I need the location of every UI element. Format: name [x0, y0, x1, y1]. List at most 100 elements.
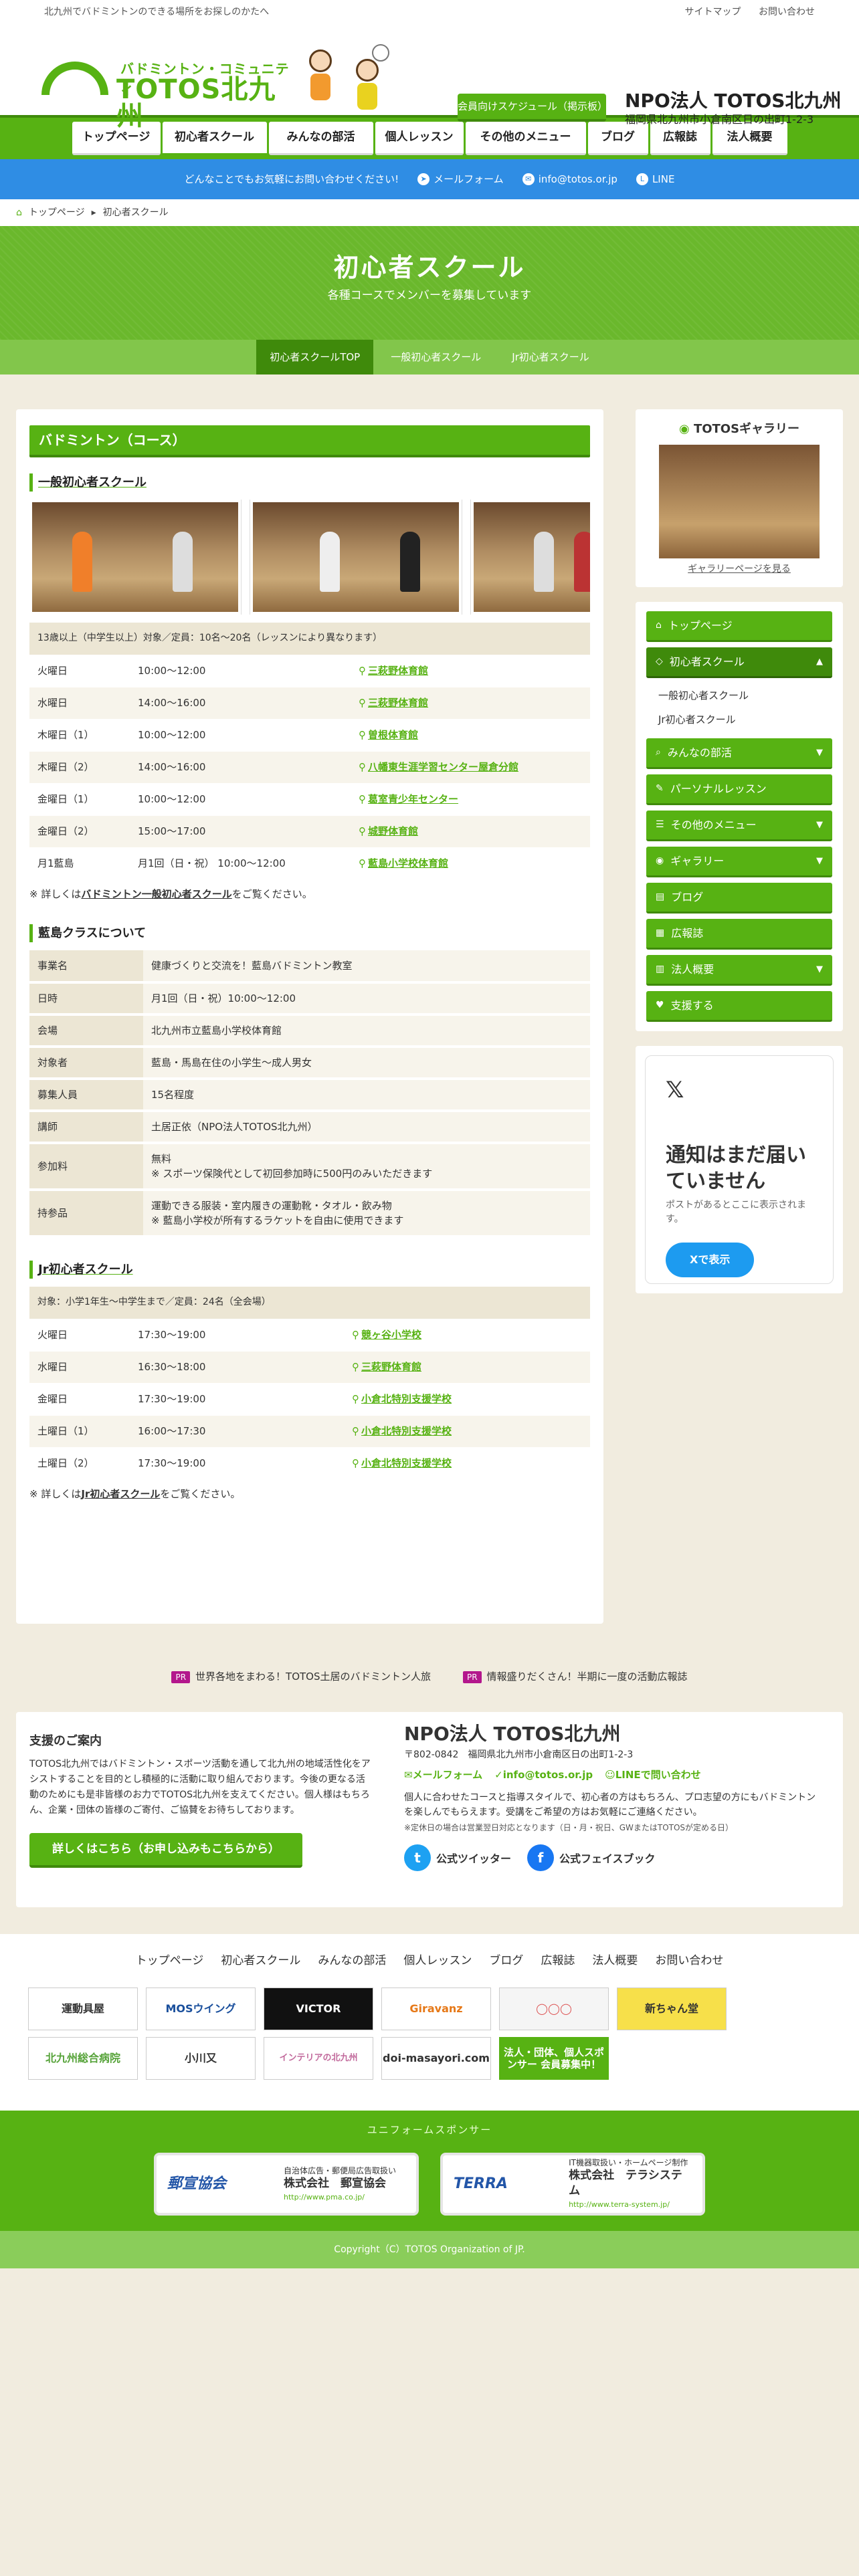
gnav-item-other[interactable]: その他のメニュー — [465, 122, 586, 155]
side-menu-blog[interactable]: ▤ ブログ — [646, 883, 832, 914]
facebook-link[interactable]: f 公式フェイスブック — [527, 1844, 656, 1871]
footer-nav-blog[interactable]: ブログ — [489, 1953, 523, 1970]
sponsor-banner[interactable]: VICTOR — [264, 1988, 373, 2030]
venue-link[interactable]: 八幡東生涯学習センター屋倉分館 — [359, 761, 518, 773]
pr-link-travel[interactable]: PR 世界各地をまわる！TOTOS土居のバドミントン人旅 — [171, 1669, 431, 1685]
line-link[interactable]: L LINE — [636, 172, 674, 187]
tab-school-top[interactable]: 初心者スクールTOP — [256, 340, 374, 374]
side-submenu-junior[interactable]: Jr初心者スクール — [646, 708, 832, 732]
gallery-link[interactable]: ギャラリーページを見る — [646, 562, 832, 576]
photo-carousel[interactable] — [29, 500, 590, 615]
venue-link[interactable]: 三萩野体育館 — [352, 1361, 421, 1373]
gallery-image[interactable] — [659, 445, 820, 558]
sponsor-banner[interactable]: MOSウイング — [146, 1988, 256, 2030]
footer-mail-form-link[interactable]: ✉メールフォーム — [404, 1767, 482, 1783]
junior-school-heading[interactable]: Jr初心者スクール — [29, 1261, 590, 1279]
mail-form-link[interactable]: ➤ メールフォーム — [417, 172, 504, 187]
sponsor-banner[interactable]: 北九州総合病院 — [28, 2037, 138, 2080]
photo-2[interactable] — [250, 500, 462, 615]
tab-junior-school[interactable]: Jr初心者スクール — [498, 340, 603, 374]
venue-link[interactable]: 葛室青少年センター — [359, 793, 458, 805]
venue-link[interactable]: 小倉北特別支援学校 — [352, 1393, 452, 1405]
site-header: バドミントン・コミュニティ TOTOS北九州 会員向けスケジュール（掲示板） N… — [0, 24, 859, 130]
footer-nav-top[interactable]: トップページ — [136, 1953, 204, 1970]
general-school-link[interactable]: バドミントン一般初心者スクール — [81, 888, 231, 900]
junior-school-link[interactable]: Jr初心者スクール — [81, 1488, 160, 1500]
side-menu-lesson[interactable]: ✎ パーソナルレッスン — [646, 774, 832, 805]
venue-link[interactable]: 三萩野体育館 — [359, 665, 428, 677]
view-on-x-button[interactable]: Xで表示 — [666, 1243, 755, 1277]
footer-nav-contact[interactable]: お問い合わせ — [655, 1953, 723, 1970]
logo-name: TOTOS北九州 — [116, 74, 276, 132]
email-link[interactable]: ✉ info@totos.or.jp — [522, 172, 617, 187]
breadcrumb: ⌂ トップページ ▸ 初心者スクール — [0, 199, 859, 226]
side-menu-gallery[interactable]: ◉ ギャラリー ▼ — [646, 847, 832, 877]
header-org-name: NPO法人 TOTOS北九州 — [625, 90, 842, 112]
member-schedule-button[interactable]: 会員向けスケジュール（掲示板） — [458, 94, 607, 122]
sponsor-banner[interactable]: インテリアの北九州 — [264, 2037, 373, 2080]
sponsor-banner[interactable]: doi-masayori.com — [381, 2037, 491, 2080]
aishima-info-table: 事業名 健康づくりと交流を！藍島バドミントン教室 日時 月1回（日・祝）10:00〜… — [29, 950, 590, 1238]
sponsor-recruit-banner[interactable]: 法人・団体、個人スポンサー 会員募集中！ — [499, 2037, 609, 2080]
side-menu-club[interactable]: ⌕ みんなの部活 ▼ — [646, 738, 832, 769]
twitter-link[interactable]: t 公式ツイッター — [404, 1844, 511, 1871]
side-menu-support[interactable]: ♥ 支援する — [646, 991, 832, 1022]
pr-links: PR 世界各地をまわる！TOTOS土居のバドミントン人旅 PR 情報盛りだくさん！半… — [0, 1669, 859, 1685]
page-subtitle: 各種コースでメンバーを募集しています — [327, 288, 532, 302]
side-menu-school[interactable]: ◇ 初心者スクール ▲ — [646, 647, 832, 678]
sitemap-link[interactable]: サイトマップ — [685, 7, 741, 17]
note-icon: ▤ — [656, 891, 665, 902]
footer-email-link[interactable]: ✓info@totos.or.jp — [494, 1767, 593, 1783]
main-content: バドミントン（コース） 一般初心者スクール 13歳以上（中学生以上）対象／定員：… — [16, 409, 603, 1624]
support-apply-button[interactable]: 詳しくはこちら（お申し込みもこちらから） — [29, 1833, 302, 1868]
x-empty-title: 通知はまだ届いていません — [666, 1144, 806, 1193]
footer-nav-pr[interactable]: 広報誌 — [541, 1953, 575, 1970]
section-title: バドミントン（コース） — [29, 425, 590, 457]
footer-nav-about[interactable]: 法人概要 — [592, 1953, 638, 1970]
sponsor-banner[interactable]: 新ちゃん堂 — [617, 1988, 727, 2030]
side-menu-top[interactable]: ⌂ トップページ — [646, 611, 832, 642]
footer-line-link[interactable]: ☺LINEで問い合わせ — [605, 1767, 701, 1783]
footer-nav-club[interactable]: みんなの部活 — [318, 1953, 386, 1970]
venue-link[interactable]: 競ヶ谷小学校 — [352, 1329, 421, 1341]
footer-nav-school[interactable]: 初心者スクール — [221, 1953, 300, 1970]
general-school-heading[interactable]: 一般初心者スクール — [29, 473, 590, 492]
contact-link[interactable]: お問い合わせ — [759, 7, 815, 17]
side-submenu-general[interactable]: 一般初心者スクール — [646, 683, 832, 708]
tab-general-school[interactable]: 一般初心者スクール — [377, 340, 494, 374]
photo-1[interactable] — [29, 500, 241, 615]
uniform-sponsor-logo: 郵宣協会 — [167, 2175, 227, 2192]
support-title: 支援のご案内 — [29, 1734, 102, 1748]
side-menu-about[interactable]: ▥ 法人概要 ▼ — [646, 955, 832, 986]
uniform-sponsor-card[interactable]: TERRA IT機器取扱い・ホームページ制作 株式会社 テラシステム http://… — [440, 2152, 705, 2216]
sponsor-banner[interactable]: 小川又 — [146, 2037, 256, 2080]
chevron-down-icon: ▼ — [816, 964, 823, 974]
side-menu-pr[interactable]: ▦ 広報誌 — [646, 919, 832, 950]
venue-link[interactable]: 小倉北特別支援学校 — [352, 1425, 452, 1437]
venue-link[interactable]: 小倉北特別支援学校 — [352, 1457, 452, 1469]
sponsor-banner[interactable]: ◯◯◯ — [499, 1988, 609, 2030]
pencil-icon: ✎ — [656, 783, 664, 794]
venue-link[interactable]: 城野体育館 — [359, 825, 418, 837]
footer-nav-lesson[interactable]: 個人レッスン — [403, 1953, 472, 1970]
side-menu-other[interactable]: ☰ その他のメニュー ▼ — [646, 811, 832, 841]
chevron-right-icon: ▸ — [91, 207, 96, 218]
uniform-title: ユニフォームスポンサー — [367, 2124, 492, 2136]
side-menu: ⌂ トップページ ◇ 初心者スクール ▲ 一般初心者スクール Jr初心者スクール ⌕ み… — [636, 602, 843, 1031]
tag-icon: ◇ — [656, 656, 663, 667]
pr-link-magazine[interactable]: PR 情報盛りだくさん！半期に一度の活動広報誌 — [462, 1669, 688, 1685]
venue-link[interactable]: 曽根体育館 — [359, 729, 418, 741]
junior-caption: 対象：小学1年生〜中学生まで／定員：24名（全会場） — [29, 1287, 590, 1319]
contact-message: どんなことでもお気軽にお問い合わせください! — [184, 173, 399, 185]
breadcrumb-top[interactable]: トップページ — [29, 206, 85, 220]
uniform-sponsor-card[interactable]: 郵宣協会 自治体広告・郵便局広告取扱い 株式会社 郵宣協会 http://www.p… — [154, 2152, 419, 2216]
heart-icon: ♥ — [656, 1000, 664, 1010]
chevron-down-icon: ▼ — [816, 819, 823, 830]
gnav-item-lesson[interactable]: 個人レッスン — [375, 122, 464, 155]
venue-link[interactable]: 藍島小学校体育館 — [359, 857, 448, 869]
site-logo[interactable]: バドミントン・コミュニティ TOTOS北九州 — [41, 59, 296, 130]
sponsor-banner[interactable]: 運動具屋 — [28, 1988, 138, 2030]
sponsor-banner[interactable]: Giravanz — [381, 1988, 491, 2030]
venue-link[interactable]: 三萩野体育館 — [359, 697, 428, 709]
photo-3[interactable] — [471, 500, 590, 615]
